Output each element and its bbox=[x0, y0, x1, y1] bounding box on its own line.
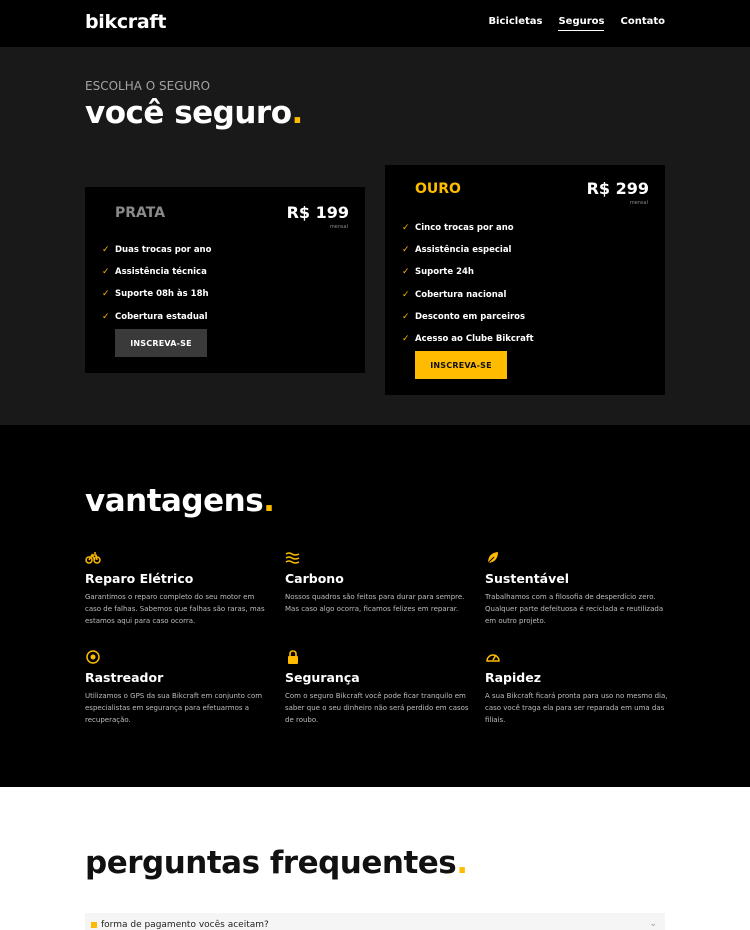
title-dot: . bbox=[263, 483, 275, 519]
advantages-title: vantagens. bbox=[85, 483, 275, 519]
feature-item: ✓ Suporte 08h às 18h bbox=[102, 283, 211, 305]
nav-link-bicicletas[interactable]: Bicicletas bbox=[488, 16, 542, 31]
advantage-desc: Trabalhamos com a filosofia de desperdíc… bbox=[485, 593, 664, 625]
faq-question: forma de pagamento vocês aceitam? bbox=[91, 920, 269, 930]
leaf-icon bbox=[487, 552, 498, 564]
lock-icon bbox=[288, 650, 298, 664]
plan-price: R$ 299 bbox=[586, 179, 649, 198]
advantage-desc: Garantimos o reparo completo do seu moto… bbox=[85, 593, 265, 625]
faq-question-item[interactable]: forma de pagamento vocês aceitam? ⌄ bbox=[85, 913, 665, 930]
plan-features: ✓ Cinco trocas por ano ✓ Assistência espec… bbox=[402, 217, 534, 350]
title-dot: . bbox=[456, 845, 468, 881]
check-icon: ✓ bbox=[102, 267, 110, 278]
advantage-name: Carbono bbox=[285, 571, 344, 586]
bike-icon bbox=[85, 552, 101, 564]
target-icon bbox=[86, 650, 100, 664]
advantage-name: Rapidez bbox=[485, 670, 541, 685]
check-icon: ✓ bbox=[402, 289, 410, 300]
feature-item: ✓ Suporte 24h bbox=[402, 261, 534, 283]
advantage-name: Rastreador bbox=[85, 670, 164, 685]
site-header: bikcraft Bicicletas Seguros Contato bbox=[0, 0, 750, 47]
faq-title: perguntas frequentes. bbox=[85, 845, 468, 881]
feature-item: ✓ Acesso ao Clube Bikcraft bbox=[402, 328, 534, 350]
main-nav: Bicicletas Seguros Contato bbox=[488, 16, 665, 31]
feature-item: ✓ Cobertura nacional bbox=[402, 284, 534, 306]
advantage-desc: Com o seguro Bikcraft você pode ficar tr… bbox=[285, 692, 469, 724]
check-icon: ✓ bbox=[402, 311, 410, 322]
plan-period: mensal bbox=[329, 224, 348, 230]
waves-icon bbox=[285, 552, 300, 564]
feature-label: Assistência especial bbox=[415, 245, 512, 256]
speedometer-icon bbox=[486, 654, 500, 662]
plans-section: ESCOLHA O SEGURO você seguro. PRATA R$ 1… bbox=[0, 47, 750, 425]
advantage-desc: A sua Bikcraft ficará pronta para uso no… bbox=[485, 692, 668, 724]
feature-label: Acesso ao Clube Bikcraft bbox=[415, 334, 534, 345]
feature-label: Cobertura nacional bbox=[415, 289, 507, 300]
check-icon: ✓ bbox=[402, 267, 410, 278]
logo[interactable]: bikcraft bbox=[85, 11, 166, 33]
advantage-desc: Utilizamos o GPS da sua Bikcraft em conj… bbox=[85, 692, 263, 724]
check-icon: ✓ bbox=[102, 311, 110, 322]
feature-item: ✓ Assistência especial bbox=[402, 239, 534, 261]
subscribe-button-prata[interactable]: INSCREVA-SE bbox=[115, 329, 207, 357]
nav-link-seguros[interactable]: Seguros bbox=[558, 16, 605, 31]
faq-question-text: forma de pagamento vocês aceitam? bbox=[101, 920, 269, 930]
title-dot: . bbox=[291, 95, 304, 131]
feature-label: Desconto em parceiros bbox=[415, 311, 526, 322]
nav-link-contato[interactable]: Contato bbox=[620, 16, 665, 31]
plan-features: ✓ Duas trocas por ano ✓ Assistência técnic… bbox=[102, 239, 211, 328]
check-icon: ✓ bbox=[402, 245, 410, 256]
plan-name: PRATA bbox=[115, 205, 166, 221]
feature-item: ✓ Duas trocas por ano bbox=[102, 239, 211, 261]
page-title: você seguro. bbox=[85, 95, 303, 131]
advantage-desc: Nossos quadros são feitos para durar par… bbox=[285, 593, 465, 613]
feature-label: Assistência técnica bbox=[115, 267, 207, 278]
feature-label: Cinco trocas por ano bbox=[415, 223, 514, 234]
advantage-name: Segurança bbox=[285, 670, 360, 685]
check-icon: ✓ bbox=[102, 289, 110, 300]
plan-card-prata: PRATA R$ 199 mensal ✓ Duas trocas por ano… bbox=[85, 187, 365, 373]
check-icon: ✓ bbox=[102, 245, 110, 256]
plan-card-ouro: OURO R$ 299 mensal ✓ Cinco trocas por ano… bbox=[385, 165, 665, 395]
chevron-down-icon[interactable]: ⌄ bbox=[649, 919, 657, 929]
page-title-text: você seguro bbox=[85, 95, 292, 131]
check-icon: ✓ bbox=[402, 334, 410, 345]
feature-item: ✓ Cinco trocas por ano bbox=[402, 217, 534, 239]
faq-title-text: perguntas frequentes bbox=[85, 845, 457, 881]
faq-section: perguntas frequentes. forma de pagamento… bbox=[0, 787, 750, 930]
check-icon: ✓ bbox=[402, 223, 410, 234]
feature-item: ✓ Desconto em parceiros bbox=[402, 306, 534, 328]
feature-label: Suporte 08h às 18h bbox=[115, 289, 209, 300]
advantage-name: Sustentável bbox=[485, 571, 570, 586]
feature-label: Suporte 24h bbox=[415, 267, 474, 278]
feature-label: Duas trocas por ano bbox=[115, 245, 212, 256]
feature-item: ✓ Assistência técnica bbox=[102, 261, 211, 283]
advantages-section: vantagens. Reparo Elétrico Garantimos o … bbox=[0, 425, 750, 787]
advantage-name: Reparo Elétrico bbox=[85, 571, 194, 586]
feature-label: Cobertura estadual bbox=[115, 311, 208, 322]
plan-period: mensal bbox=[629, 200, 648, 206]
advantages-title-text: vantagens bbox=[85, 483, 264, 519]
bullet-icon bbox=[91, 922, 97, 928]
plan-name: OURO bbox=[415, 181, 461, 197]
section-subtitle: ESCOLHA O SEGURO bbox=[85, 79, 211, 93]
feature-item: ✓ Cobertura estadual bbox=[102, 306, 211, 328]
subscribe-button-ouro[interactable]: INSCREVA-SE bbox=[415, 351, 507, 379]
plan-price: R$ 199 bbox=[286, 203, 349, 222]
